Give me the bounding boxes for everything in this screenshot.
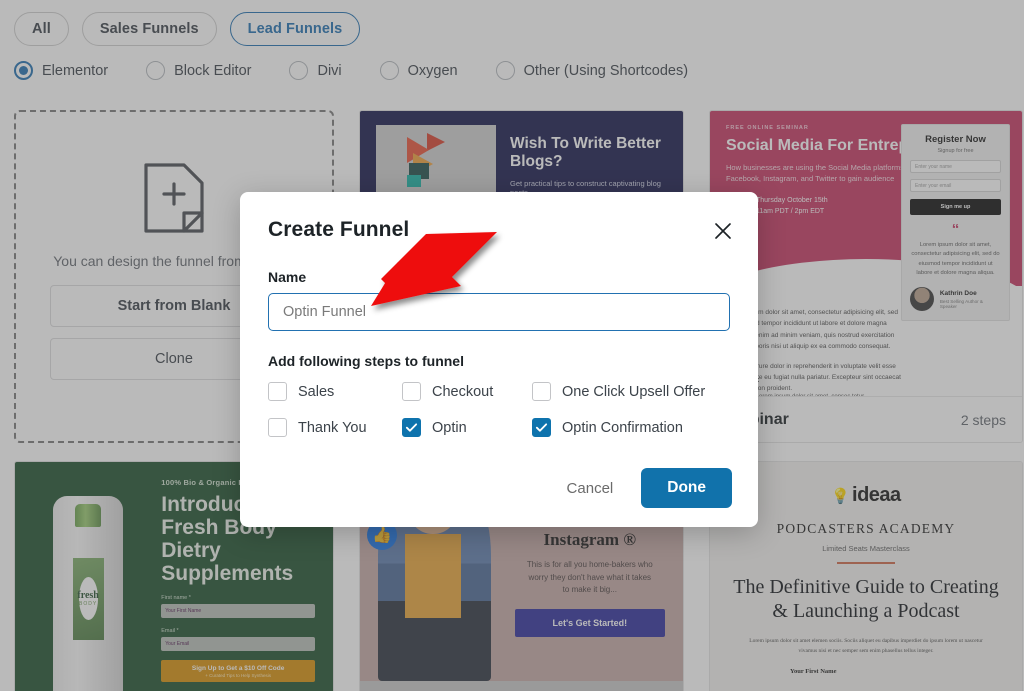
- funnel-type-filter: All Sales Funnels Lead Funnels: [14, 12, 361, 46]
- burst-graphic-icon: [407, 133, 465, 187]
- lightbulb-icon: 💡: [831, 487, 851, 505]
- radio-label: Oxygen: [407, 62, 458, 79]
- checkbox-label: One Click Upsell Offer: [562, 383, 706, 400]
- checkbox-box-icon: [532, 382, 551, 401]
- checkbox-box-icon: [268, 418, 287, 437]
- thumb-first-name-label: First name *: [161, 595, 191, 602]
- checkbox-optin[interactable]: Optin: [402, 418, 532, 437]
- divider: [837, 562, 895, 564]
- limited-seats-label: Limited Seats Masterclass: [822, 544, 910, 553]
- radio-other-shortcodes[interactable]: Other (Using Shortcodes): [495, 61, 689, 80]
- screen: All Sales Funnels Lead Funnels Elementor…: [0, 0, 1024, 691]
- thumb-first-name-input: Your First Name: [161, 604, 315, 619]
- modal-title: Create Funnel: [268, 218, 410, 241]
- cta-label: Sign Up to Get a $10 Off Code: [191, 664, 285, 672]
- thumb-email-label: Email *: [161, 628, 179, 635]
- checkbox-sales[interactable]: Sales: [268, 382, 402, 401]
- thumb-cta-button: Let's Get Started!: [514, 609, 665, 638]
- checkbox-one-click-upsell-offer[interactable]: One Click Upsell Offer: [532, 382, 730, 401]
- thumb-title: The Definitive Guide to Creating & Launc…: [733, 575, 999, 623]
- checkbox-label: Checkout: [432, 383, 494, 400]
- radio-label: Other (Using Shortcodes): [523, 62, 689, 79]
- checkbox-thank-you[interactable]: Thank You: [268, 418, 402, 437]
- checkbox-label: Thank You: [298, 419, 367, 436]
- register-card: Register Now Signup for free Enter your …: [901, 124, 1010, 322]
- checkbox-checkout[interactable]: Checkout: [402, 382, 532, 401]
- brand-name: ideaa: [852, 484, 901, 506]
- brand-subname: BODY: [79, 601, 98, 608]
- template-steps: 2 steps: [960, 411, 1006, 428]
- bottle-illustration: fresh BODY: [53, 496, 124, 691]
- register-subtitle: Signup for free: [937, 148, 974, 154]
- webinar-date: Thursday October 15th: [756, 197, 828, 205]
- radio-circle-icon: [146, 61, 166, 80]
- checkbox-label: Optin: [432, 419, 467, 436]
- radio-elementor[interactable]: Elementor: [14, 61, 108, 80]
- register-submit-button: Sign me up: [910, 199, 1001, 215]
- checkbox-optin-confirmation[interactable]: Optin Confirmation: [532, 418, 730, 437]
- testimonial-role: Best Selling Author & Speaker: [939, 298, 983, 309]
- radio-divi[interactable]: Divi: [289, 61, 342, 80]
- create-funnel-modal: Create Funnel Name Add following steps t…: [240, 192, 758, 527]
- thumb-email-input: Your Email: [161, 637, 315, 652]
- filter-pill-lead-funnels[interactable]: Lead Funnels: [229, 12, 361, 46]
- register-title: Register Now: [925, 134, 986, 145]
- webinar-time: 11am PDT / 2pm EDT: [756, 207, 825, 215]
- checkbox-label: Optin Confirmation: [562, 419, 683, 436]
- register-email-input: Enter your email: [910, 179, 1001, 192]
- radio-circle-icon: [14, 61, 33, 80]
- thumb-cta-button: Sign Up to Get a $10 Off Code + Curated …: [161, 660, 315, 683]
- testimonial-text: Lorem ipsum dolor sit amet, consectetur …: [911, 242, 1000, 276]
- radio-label: Block Editor: [174, 62, 252, 79]
- thumb-first-name-label: Your First Name: [790, 667, 837, 675]
- done-button[interactable]: Done: [641, 468, 732, 508]
- register-name-input: Enter your name: [910, 160, 1001, 173]
- radio-circle-icon: [289, 61, 309, 80]
- radio-circle-icon: [495, 61, 515, 80]
- checkbox-label: Sales: [298, 383, 335, 400]
- checkbox-box-icon: [532, 418, 551, 437]
- radio-block-editor[interactable]: Block Editor: [146, 61, 251, 80]
- quote-icon: “: [951, 221, 960, 238]
- brand-name: fresh: [77, 590, 99, 602]
- radio-label: Divi: [317, 62, 342, 79]
- radio-label: Elementor: [42, 62, 109, 79]
- checkbox-box-icon: [402, 382, 421, 401]
- filter-pill-sales-funnels[interactable]: Sales Funnels: [81, 12, 217, 46]
- testimonial-name: Kathrin Doe: [939, 289, 977, 297]
- close-icon[interactable]: [710, 218, 736, 244]
- modal-actions: Cancel Done: [563, 468, 732, 508]
- thumb-subtitle: This is for all you home-bakers who worr…: [526, 559, 653, 595]
- thumb-body: Lorem ipsum dolor sit amet elemen sociis…: [749, 638, 983, 654]
- page-builder-filter: Elementor Block Editor Divi Oxygen Other…: [14, 61, 726, 80]
- checkbox-box-icon: [402, 418, 421, 437]
- page-plus-icon: [143, 162, 205, 239]
- cancel-button[interactable]: Cancel: [563, 474, 618, 503]
- academy-label: PODCASTERS ACADEMY: [776, 521, 956, 536]
- filter-pill-all[interactable]: All: [14, 12, 69, 46]
- funnel-name-input[interactable]: [268, 293, 730, 331]
- thumb-title: Wish To Write Better Blogs?: [510, 135, 661, 170]
- checkbox-box-icon: [268, 382, 287, 401]
- cta-sublabel: + Curated Tips to Help Synthesis: [205, 672, 271, 678]
- funnel-steps-checkbox-group: Sales Checkout One Click Upsell Offer Th…: [268, 382, 730, 437]
- radio-oxygen[interactable]: Oxygen: [379, 61, 458, 80]
- name-field-label: Name: [268, 269, 307, 285]
- radio-circle-icon: [379, 61, 399, 80]
- testimonial-avatar: [910, 287, 934, 312]
- steps-section-label: Add following steps to funnel: [268, 353, 464, 369]
